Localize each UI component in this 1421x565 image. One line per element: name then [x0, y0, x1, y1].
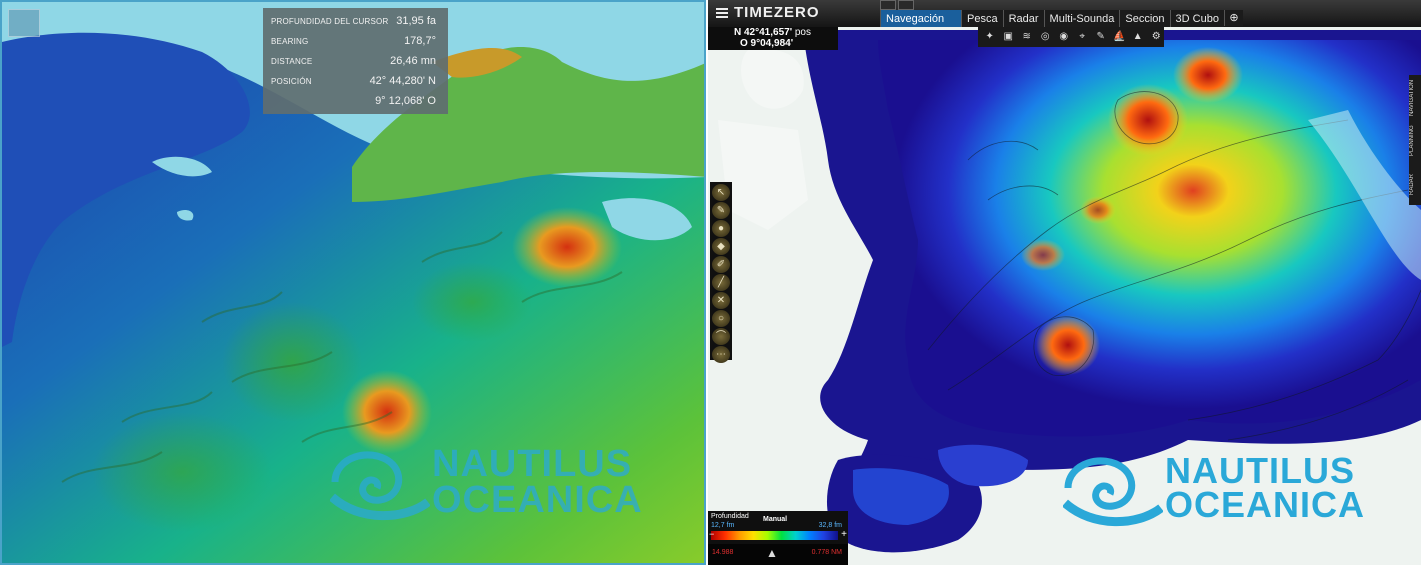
logo-right-line1: NAUTILUS: [1165, 449, 1355, 491]
pen-icon[interactable]: ✎: [1093, 30, 1109, 44]
logo-right-line2: OCEANICA: [1165, 484, 1366, 525]
cursor-info-panel: PROFUNDIDAD DEL CURSOR 31,95 fa BEARING …: [263, 8, 448, 114]
tab-radar[interactable]: Radar: [1002, 10, 1044, 27]
north-arrow-icon: ▲: [766, 546, 778, 560]
bearing-row: BEARING 178,7°: [271, 35, 436, 47]
depth-color-scale: [711, 531, 838, 540]
settings-icon[interactable]: ⚙: [1149, 30, 1165, 44]
cursor-depth-value: 31,95 fa: [396, 15, 436, 27]
logo-line2: OCEANICA: [432, 479, 643, 521]
route-tool-icon[interactable]: ✎: [712, 202, 730, 219]
target-icon[interactable]: ⌖: [1075, 30, 1091, 44]
distance-value: 26,46 mn: [390, 55, 436, 67]
nautilus-shell-icon-right: [1063, 457, 1163, 527]
cursor-depth-row: PROFUNDIDAD DEL CURSOR 31,95 fa: [271, 15, 436, 27]
position-suffix: pos: [794, 27, 811, 38]
event-tool-icon[interactable]: ◆: [712, 238, 730, 255]
position-lat: N 42°41,657': [734, 27, 793, 38]
menu-icon[interactable]: [716, 7, 728, 18]
nautilus-logo-right: NAUTILUS OCEANICA: [1063, 448, 1365, 528]
depth-legend-title: Profundidad: [711, 513, 749, 520]
timezero-top-bar: TIMEZERO Navegación Pesca Radar Multi-So…: [708, 0, 1421, 27]
tab-multi-sounda[interactable]: Multi-Sounda: [1043, 10, 1120, 27]
line-tool-icon[interactable]: ╱: [712, 274, 730, 291]
depth-legend[interactable]: Profundidad Manual 12,7 fm 32,8 fm − + 1…: [708, 511, 848, 565]
bearing-label: BEARING: [271, 36, 309, 46]
mark-tool-icon[interactable]: ●: [712, 220, 730, 237]
distance-row: DISTANCE 26,46 mn: [271, 55, 436, 67]
bearing-value: 178,7°: [404, 35, 436, 47]
longitude-value: 9° 12,068' O: [375, 95, 436, 107]
chart-toolbar: ✦ ▣ ≋ ◎ ◉ ⌖ ✎ ⛵ ▲ ⚙: [978, 27, 1164, 47]
3d-bathymetry-view[interactable]: PROFUNDIDAD DEL CURSOR 31,95 fa BEARING …: [0, 0, 706, 565]
side-tab-navigation[interactable]: NAVIGATION: [1409, 77, 1421, 119]
tab-navegacion[interactable]: Navegación: [880, 10, 961, 27]
tab-seccion[interactable]: Seccion: [1119, 10, 1170, 27]
more-tools-icon[interactable]: ⋯: [712, 346, 730, 363]
depth-legend-min: 12,7 fm: [711, 522, 735, 529]
tab-pesca[interactable]: Pesca: [961, 10, 1003, 27]
workspace-tabs: Navegación Pesca Radar Multi-Sounda Secc…: [880, 10, 1243, 27]
erase-tool-icon[interactable]: ✕: [712, 292, 730, 309]
pin-icon[interactable]: [8, 9, 40, 37]
boundary-tool-icon[interactable]: ✐: [712, 256, 730, 273]
cursor-tool-icon[interactable]: ↖: [712, 184, 730, 201]
brush-tool-icon[interactable]: ⌒: [712, 328, 730, 345]
add-tab-icon[interactable]: ⊕: [1223, 10, 1243, 26]
redo-icon[interactable]: [898, 0, 914, 10]
app-title[interactable]: TIMEZERO: [716, 4, 820, 21]
decrease-icon[interactable]: −: [709, 529, 714, 539]
timezero-chart-view[interactable]: TIMEZERO Navegación Pesca Radar Multi-So…: [708, 0, 1421, 565]
increase-icon[interactable]: +: [841, 529, 847, 540]
distance-label: DISTANCE: [271, 56, 313, 66]
logo-line1: NAUTILUS: [432, 442, 633, 485]
position-label: POSICIÓN: [271, 76, 312, 86]
depth-legend-mode: Manual: [763, 516, 788, 523]
nautilus-shell-icon: [330, 451, 430, 521]
longitude-row: 9° 12,068' O: [271, 95, 436, 107]
app-title-text: TIMEZERO: [734, 4, 820, 21]
position-lon: O 9°04,984': [740, 38, 794, 49]
position-readout: N 42°41,657' pos O 9°04,984': [708, 27, 838, 50]
radar-icon[interactable]: ◎: [1038, 30, 1054, 44]
side-tab-radar[interactable]: RADAR: [1409, 167, 1421, 201]
compass-icon[interactable]: ✦: [982, 30, 998, 44]
nautilus-logo: NAUTILUS OCEANICA: [330, 442, 643, 522]
depth-legend-max: 32,8 fm: [818, 522, 842, 529]
terrain-icon[interactable]: ▲: [1130, 30, 1146, 44]
layers-icon[interactable]: ≋: [1019, 30, 1035, 44]
scale-bar: 14.988 ▲ 0.778 NM: [708, 544, 848, 565]
chart-icon[interactable]: ▣: [1001, 30, 1017, 44]
scale-left-value: 14.988: [712, 549, 734, 556]
top-window-icons: [880, 0, 914, 10]
position-row: POSICIÓN 42° 44,280' N: [271, 75, 436, 87]
undo-icon[interactable]: [880, 0, 896, 10]
vertical-tool-palette: ↖ ✎ ● ◆ ✐ ╱ ✕ ○ ⌒ ⋯: [710, 182, 732, 363]
side-tab-planning[interactable]: PLANNING: [1409, 121, 1421, 161]
tab-3d-cubo[interactable]: 3D Cubo: [1169, 10, 1224, 27]
scale-right-value: 0.778 NM: [811, 549, 842, 556]
boat-icon[interactable]: ⛵: [1112, 30, 1128, 44]
circle-tool-icon[interactable]: ○: [712, 310, 730, 327]
ais-icon[interactable]: ◉: [1056, 30, 1072, 44]
side-panel-tabs: NAVIGATION PLANNING RADAR: [1409, 75, 1421, 205]
latitude-value: 42° 44,280' N: [369, 75, 436, 87]
cursor-depth-label: PROFUNDIDAD DEL CURSOR: [271, 16, 389, 26]
